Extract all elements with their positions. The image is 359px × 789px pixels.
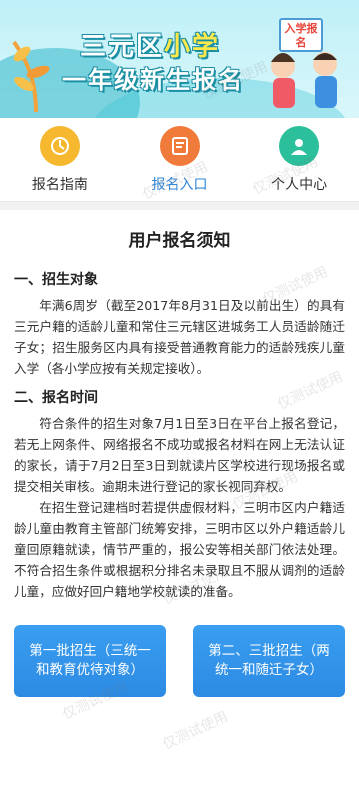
nav-item-profile[interactable]: 个人中心: [239, 118, 359, 201]
section-title: 二、报名时间: [14, 390, 98, 406]
main-nav: 报名指南 报名入口 个人中心: [0, 118, 359, 202]
section-text: 符合条件的招生对象7月1日至3日在平台上报名登记，若无上网条件、网络报名不成功或…: [14, 416, 345, 494]
section-text: 年满6周岁（截至2017年8月31日及以前出生）的具有三元户籍的适龄儿童和常住三…: [14, 298, 345, 376]
notice-panel: 用户报名须知 一、招生对象 年满6周岁（截至2017年8月31日及以前出生）的具…: [0, 210, 359, 789]
section-title: 一、招生对象: [14, 272, 98, 288]
nav-label: 报名入口: [151, 177, 208, 193]
header-banner: 三元区小学 一年级新生报名 入学报名: [0, 0, 359, 118]
user-icon: [279, 126, 320, 166]
plant-illustration: [12, 40, 50, 112]
enrollment-sign: 入学报名: [279, 18, 323, 52]
batch-buttons: 第一批招生（三统一和教育优待对象） 第二、三批招生（两统一和随迁子女）: [14, 625, 345, 697]
banner-title-line2: 一年级新生报名: [62, 66, 244, 94]
section-text: 在招生登记建档时若提供虚假材料，三明市区内户籍适龄儿童由教育主管部门统筹安排，三…: [14, 500, 345, 599]
nav-item-guide[interactable]: 报名指南: [0, 118, 120, 201]
batch1-button[interactable]: 第一批招生（三统一和教育优待对象）: [14, 625, 166, 697]
nav-item-register[interactable]: 报名入口: [120, 118, 240, 201]
nav-label: 报名指南: [31, 177, 88, 193]
batch23-button[interactable]: 第二、三批招生（两统一和随迁子女）: [193, 625, 345, 697]
notice-title: 用户报名须知: [128, 231, 231, 251]
form-icon: [159, 126, 200, 166]
guide-icon: [39, 126, 80, 166]
nav-label: 个人中心: [271, 177, 328, 193]
banner-title-line1: 三元区小学: [80, 32, 221, 62]
